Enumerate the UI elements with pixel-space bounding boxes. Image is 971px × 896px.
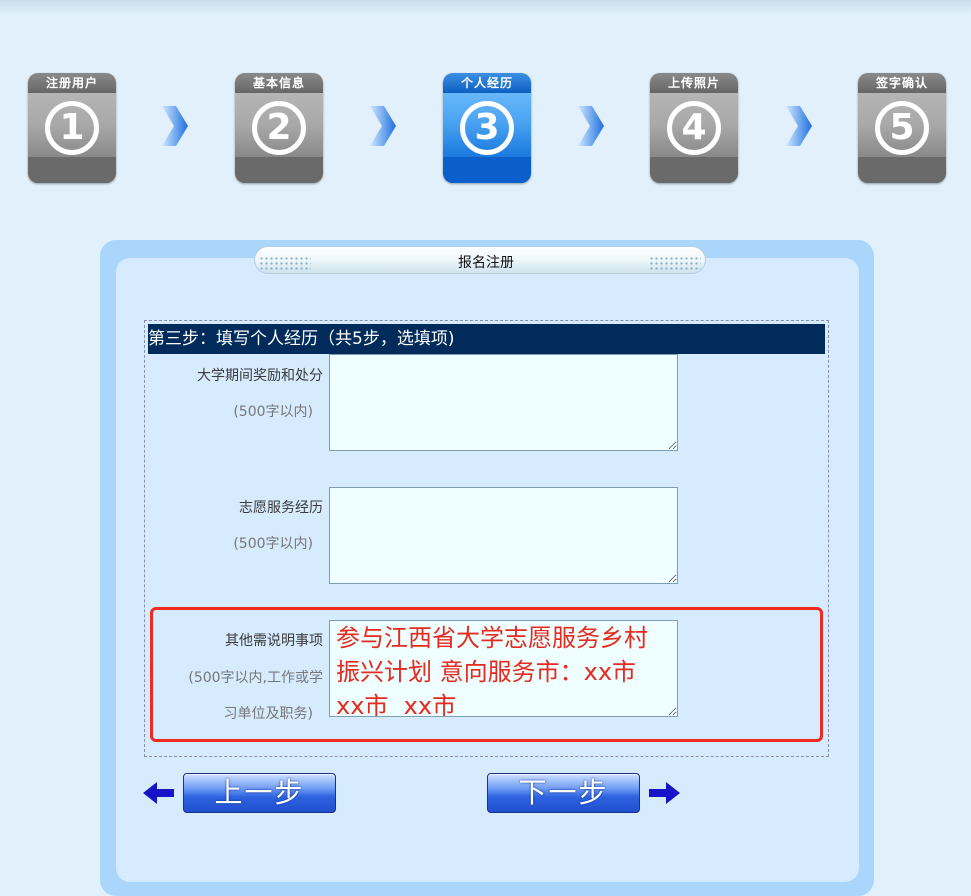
step-3-personal-experience: 个人经历 3 — [443, 73, 531, 183]
arrow-right-icon — [370, 106, 396, 146]
step-number: 2 — [252, 101, 306, 155]
volunteer-label: 志愿服务经历 — [239, 500, 323, 516]
step-label: 基本信息 — [235, 73, 323, 93]
panel-title: 报名注册 — [458, 255, 514, 271]
step-2-basic-info: 基本信息 2 — [235, 73, 323, 183]
arrow-right-icon — [786, 106, 812, 146]
arrow-right-icon — [162, 106, 188, 146]
step-number: 5 — [875, 101, 929, 155]
awards-label: 大学期间奖励和处分 — [197, 368, 323, 384]
arrow-right-nav-icon — [649, 782, 680, 804]
top-band — [0, 0, 971, 14]
step-number: 4 — [667, 101, 721, 155]
step-foot — [443, 157, 531, 183]
awards-hint: (500字以内) — [233, 404, 313, 420]
arrow-left-icon — [143, 782, 174, 804]
step-label: 个人经历 — [443, 73, 531, 93]
step-foot — [858, 157, 946, 183]
step-number: 1 — [45, 101, 99, 155]
next-step-button[interactable]: 下一步 — [487, 773, 640, 813]
step-label: 签字确认 — [858, 73, 946, 93]
volunteer-textarea[interactable] — [329, 487, 678, 584]
step-4-upload-photo: 上传照片 4 — [650, 73, 738, 183]
step-label: 上传照片 — [650, 73, 738, 93]
step-foot — [650, 157, 738, 183]
step-label: 注册用户 — [28, 73, 116, 93]
awards-textarea[interactable] — [329, 354, 678, 451]
step-5-sign-confirm: 签字确认 5 — [858, 73, 946, 183]
highlight-box — [150, 607, 823, 742]
volunteer-hint: (500字以内) — [233, 536, 313, 552]
step-foot — [235, 157, 323, 183]
arrow-right-icon — [578, 106, 604, 146]
prev-step-button[interactable]: 上一步 — [183, 773, 336, 813]
step-foot — [28, 157, 116, 183]
form-step-header: 第三步：填写个人经历（共5步，选填项) — [148, 324, 825, 354]
step-1-register: 注册用户 1 — [28, 73, 116, 183]
step-number: 3 — [460, 101, 514, 155]
